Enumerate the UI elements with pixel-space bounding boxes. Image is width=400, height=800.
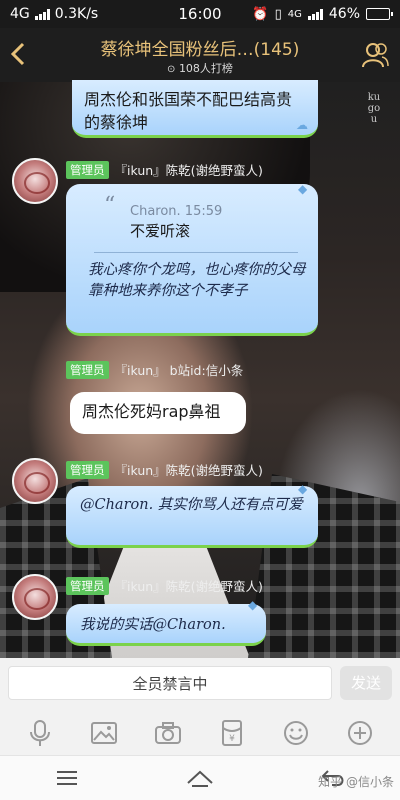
message-text: 周杰伦和张国荣不配巴结高贵的蔡徐坤 — [84, 90, 293, 132]
status-bar: 4G 0.3K/s 16:00 ⏰ ▯ 4G 46% — [0, 0, 400, 28]
send-button[interactable]: 发送 — [340, 666, 392, 700]
admin-badge: 管理员 — [66, 460, 109, 479]
signal-icon-right — [307, 8, 323, 20]
battery-icon — [366, 8, 393, 20]
message-input[interactable]: 全员禁言中 — [8, 666, 332, 700]
microphone-icon[interactable] — [24, 717, 56, 749]
sender-line: 管理员 『ikun』陈乾(谢绝野蛮人) — [66, 576, 263, 595]
message-text: @Charon. 其实你骂人还有点可爱 — [80, 497, 303, 513]
menu-icon[interactable] — [47, 763, 87, 793]
sender-line: 管理员 『ikun』陈乾(谢绝野蛮人) — [66, 160, 263, 179]
avatar[interactable] — [12, 458, 58, 504]
cloud-decoration: ☁ — [296, 118, 308, 132]
quote-text: 不爱听滚 — [130, 222, 191, 240]
message-bubble[interactable]: @Charon. 其实你骂人还有点可爱 — [66, 486, 318, 548]
sender-line: 管理员 『ikun』 b站id:信小条 — [66, 360, 243, 379]
network-type-right: 4G — [287, 8, 302, 20]
sender-name: 『ikun』陈乾(谢绝野蛮人) — [114, 463, 263, 478]
ranking-count: 108人打榜 — [178, 62, 233, 75]
message-bubble[interactable]: 周杰伦和张国荣不配巴结高贵的蔡徐坤 — [72, 80, 318, 138]
background-text: kugou — [367, 92, 381, 125]
image-icon[interactable] — [88, 717, 120, 749]
message-text: 周杰伦死妈rap鼻祖 — [82, 402, 221, 421]
red-packet-icon[interactable]: ¥ — [216, 717, 248, 749]
network-speed: 0.3K/s — [54, 6, 99, 22]
camera-icon[interactable] — [152, 717, 184, 749]
kite-decoration: ◆ — [298, 482, 308, 496]
signal-icon — [34, 8, 50, 20]
group-members-icon[interactable] — [360, 40, 390, 70]
message-bubble[interactable]: “ Charon. 15:59 不爱听滚 我心疼你个龙鸣，也心疼你的父母靠种地来… — [66, 184, 318, 336]
battery-percent: 46% — [328, 6, 360, 22]
group-title: 蔡徐坤全国粉丝后…(145) — [100, 40, 300, 60]
emoji-icon[interactable] — [280, 717, 312, 749]
sender-name: 『ikun』陈乾(谢绝野蛮人) — [114, 579, 263, 594]
home-icon[interactable] — [180, 763, 220, 793]
svg-text:¥: ¥ — [229, 734, 235, 744]
alarm-icon: ⏰ — [252, 6, 269, 22]
input-toolbar: ¥ — [0, 710, 400, 755]
message-text: 我说的实话@Charon. — [80, 617, 226, 633]
sender-name: 『ikun』陈乾(谢绝野蛮人) — [114, 163, 263, 178]
group-subtitle: ⊙ 108人打榜 — [40, 60, 360, 76]
quote-mark-icon: “ — [104, 193, 116, 218]
message-bubble[interactable]: 周杰伦死妈rap鼻祖 — [70, 392, 246, 434]
network-type: 4G — [10, 6, 30, 22]
avatar[interactable] — [12, 158, 58, 204]
admin-badge: 管理员 — [66, 360, 109, 379]
ranking-icon: ⊙ — [167, 64, 176, 75]
kite-decoration: ◆ — [248, 598, 258, 612]
admin-badge: 管理员 — [66, 576, 109, 595]
input-bar: 全员禁言中 发送 — [0, 658, 400, 710]
watermark: 知乎 @信小条 — [318, 775, 394, 789]
message-bubble[interactable]: 我说的实话@Charon. — [66, 604, 266, 646]
avatar[interactable] — [12, 574, 58, 620]
message-text: 我心疼你个龙鸣，也心疼你的父母靠种地来养你这个不孝子 — [88, 262, 306, 299]
back-arrow-icon[interactable] — [8, 40, 28, 68]
sender-line: 管理员 『ikun』陈乾(谢绝野蛮人) — [66, 460, 263, 479]
chat-header: 蔡徐坤全国粉丝后…(145) ⊙ 108人打榜 — [0, 28, 400, 82]
plus-icon[interactable] — [344, 717, 376, 749]
admin-badge: 管理员 — [66, 160, 109, 179]
quote-separator — [94, 252, 298, 253]
kite-decoration: ◆ — [298, 182, 308, 196]
sender-name: 『ikun』 b站id:信小条 — [114, 363, 244, 378]
vibrate-icon: ▯ — [274, 6, 282, 22]
